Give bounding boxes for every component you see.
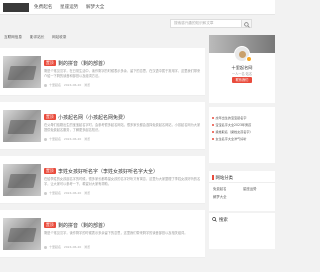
post-thumbnail[interactable] [3,218,41,250]
post-excerpt: 在给李姓的女孩起名字的时候，很多家长都希望女孩的名字好听又有寓意，这里为大家整理… [44,177,201,186]
search-heading: 搜索 [219,218,228,223]
post-meta: 十里起名 2024-06-20 浏览 [44,83,90,87]
verified-badge-icon [246,56,252,62]
news-item[interactable]: 女生名字大全洋气好听 [212,136,274,141]
post-thumbnail[interactable] [3,56,41,88]
subnav-item-indexing[interactable]: 网站收录 [52,35,66,40]
profile-card: 十里起名网 一人一名·站名 联系我们 [209,35,275,103]
post-excerpt: 剩是个常见汉字，在日常生活中，读作剩字的时候表示多余、留下的意思，在汉语中属于常… [44,69,201,78]
author-avatar-icon [44,191,47,195]
post-excerpt: 在父母们给刚出生的宝宝起名字时，会参考很多起名网站，很多家长都会选择免费起名网站… [44,123,201,132]
nav-item-dream[interactable]: 解梦大全 [86,4,104,10]
category-link[interactable]: 免费起名 [213,186,227,191]
post-title[interactable]: 小孩起名网（小孩起名网免费） [58,114,128,121]
post-card[interactable]: 置顶 小孩起名网（小孩起名网免费） 在父母们给刚出生的宝宝起名字时，会参考很多起… [0,102,205,150]
category-heading: 网站分类 [212,175,233,181]
subnav-item-internet[interactable]: 互联网信息 [4,35,22,40]
sticky-tag: 置顶 [44,60,56,66]
sticky-tag: 置顶 [44,114,56,120]
author-avatar-icon [44,137,47,141]
post-thumbnail[interactable] [3,164,41,196]
recent-news-list: 虎年出生的宝宝起名字 宝宝名字大全2023年男孩 梁姓取名（梁姓女孩名字） 女生… [209,107,275,163]
news-item[interactable]: 梁姓取名（梁姓女孩名字） [212,129,274,134]
category-link[interactable]: 星座运势 [243,186,257,191]
post-views: 浏览 [84,245,91,249]
heading-bar-icon [212,175,214,180]
search-icon [244,21,250,28]
post-thumbnail[interactable] [3,110,41,142]
post-views: 浏览 [84,191,91,195]
post-meta: 十里起名 2024-06-20 浏览 [44,137,90,141]
category-link[interactable]: 解梦大全 [213,194,227,199]
post-card[interactable]: 置顶 剩的拼音（剩的部首） 剩是个常见汉字，在日常生活中，读作剩字的时候表示多余… [0,48,205,96]
post-title[interactable]: 剩的拼音（剩的部首） [58,60,108,67]
post-date: 2024-06-20 [63,245,82,249]
sticky-tag: 置顶 [44,222,56,228]
post-author: 十里起名 [48,137,61,141]
post-views: 浏览 [84,137,91,141]
sub-navigation: 互联网信息 影评站长 网站收录 [0,33,205,45]
post-meta: 十里起名 2024-06-20 浏览 [44,245,90,249]
nav-item-horoscope[interactable]: 星座运势 [60,4,78,10]
search-input[interactable]: 搜索感兴趣的知识和文章 [170,19,242,28]
top-navbar: 免费起名 星座运势 解梦大全 [0,0,275,15]
footer [0,265,205,272]
post-title[interactable]: 李姓女孩好听名字（李姓女孩好听名字大全） [58,168,158,175]
post-author: 十里起名 [48,191,61,195]
post-date: 2024-06-20 [63,137,82,141]
sticky-tag: 置顶 [44,168,56,174]
post-views: 浏览 [84,83,91,87]
category-title: 网站分类 [215,176,234,181]
author-avatar-icon [44,245,47,249]
contact-button[interactable]: 联系我们 [232,77,252,83]
sidebar-search-box: 搜索 [209,213,275,249]
post-date: 2024-06-20 [63,83,82,87]
post-card[interactable]: 置顶 李姓女孩好听名字（李姓女孩好听名字大全） 在给李姓的女孩起名字的时候，很多… [0,156,205,204]
profile-subtitle: 一人一名·站名 [231,72,253,76]
nav-item-free-naming[interactable]: 免费起名 [34,4,52,10]
news-item[interactable]: 虎年出生的宝宝起名字 [212,115,274,120]
divider [209,182,275,183]
post-date: 2024-06-20 [63,191,82,195]
post-meta: 十里起名 2024-06-20 浏览 [44,191,90,195]
post-card[interactable]: 置顶 剩的拼音（剩的部首） 剩是个常见汉字，读作剩字的时候表示多余留下的意思，这… [0,210,205,258]
site-logo[interactable] [3,3,29,12]
search-button[interactable] [242,19,252,28]
post-author: 十里起名 [48,83,61,87]
post-author: 十里起名 [48,245,61,249]
search-icon [212,216,217,222]
post-title[interactable]: 剩的拼音（剩的部首） [58,222,108,229]
post-excerpt: 剩是个常见汉字，读作剩字的时候表示多余留下的意思，这里我们带来剩字的读音部首以及… [44,231,188,235]
search-bar: 搜索感兴趣的知识和文章 [0,19,275,29]
subnav-item-review[interactable]: 影评站长 [30,35,44,40]
news-item[interactable]: 宝宝名字大全2023年男孩 [212,122,274,127]
category-box: 网站分类 免费起名 星座运势 解梦大全 [209,171,275,211]
author-avatar-icon [44,83,47,87]
